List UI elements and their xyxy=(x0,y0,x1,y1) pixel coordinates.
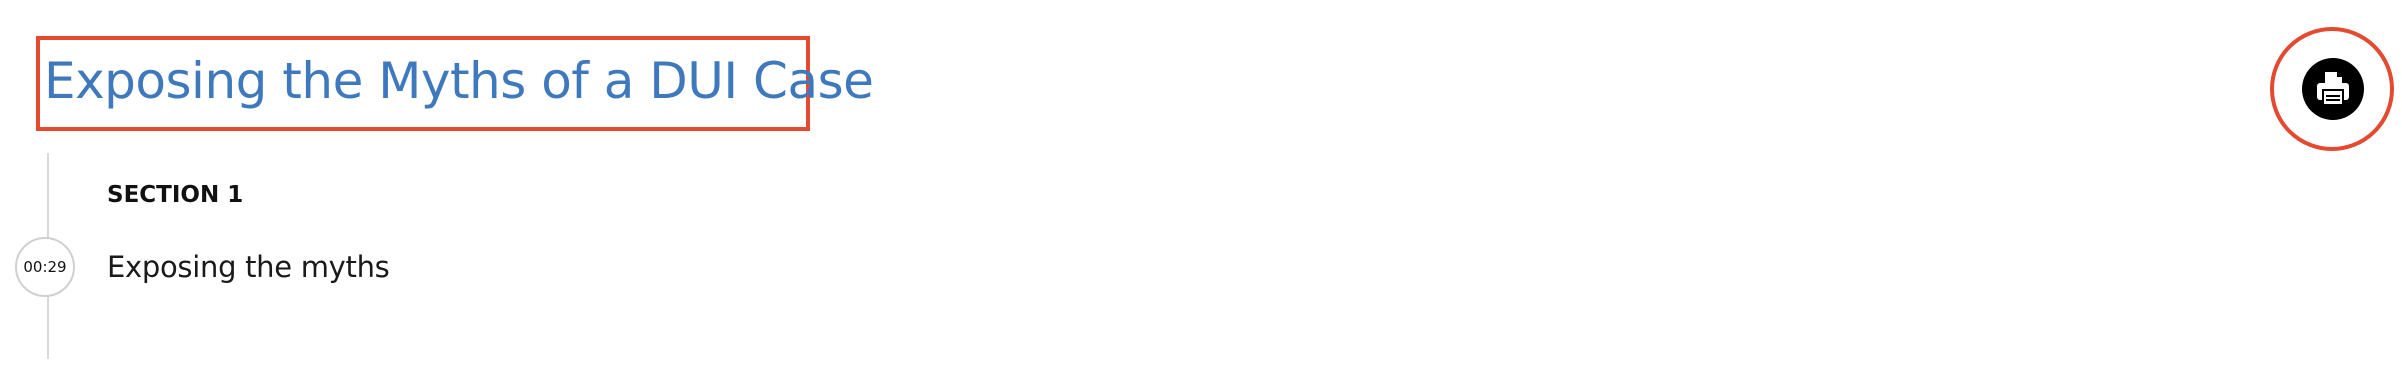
print-button[interactable] xyxy=(2302,58,2364,120)
printer-icon xyxy=(2317,72,2349,105)
lesson-duration-badge: 00:29 xyxy=(15,237,75,297)
lesson-title-link[interactable]: Exposing the myths xyxy=(107,248,390,286)
page: Exposing the Myths of a DUI Case SECTION… xyxy=(0,0,2402,374)
course-title: Exposing the Myths of a DUI Case xyxy=(44,52,874,110)
section-heading: SECTION 1 xyxy=(107,182,244,208)
